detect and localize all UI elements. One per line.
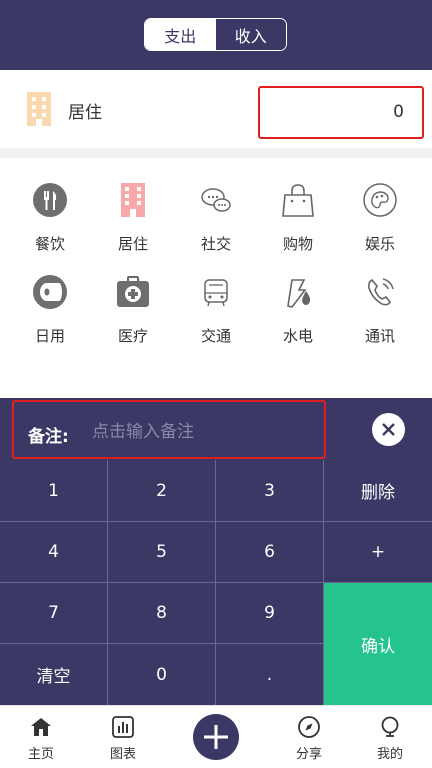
category-medical[interactable]: 医疗 [98,250,168,345]
bottom-tab-bar: 主页 图表 分享 我的 [0,705,432,768]
chart-icon [112,716,134,738]
utensils-icon [33,183,67,217]
add-record-button[interactable] [193,714,239,760]
key-1[interactable]: 1 [0,460,108,522]
category-transport[interactable]: 交通 [181,250,251,345]
selected-category-row: 居住 0 [0,70,432,148]
amount-display[interactable]: 0 [258,86,424,139]
tab-expense[interactable]: 支出 [145,19,216,50]
tissue-roll-icon [33,275,67,309]
category-label: 通讯 [364,327,395,345]
plus-icon [204,725,228,749]
category-housing[interactable]: 居住 [98,158,168,253]
key-2[interactable]: 2 [108,460,216,522]
key-5[interactable]: 5 [108,522,216,583]
category-social[interactable]: 社交 [181,158,251,253]
amount-value: 0 [393,102,404,122]
category-shopping[interactable]: 购物 [263,158,333,253]
key-0[interactable]: 0 [108,644,216,705]
key-4[interactable]: 4 [0,522,108,583]
category-label: 医疗 [117,327,148,345]
confirm-button[interactable]: 确认 [324,583,432,705]
key-9[interactable]: 9 [216,583,324,644]
keypad: 1 2 3 删除 4 5 6 + 7 8 9 确认 清空 0 . [0,460,432,705]
tab-label: 主页 [27,747,54,762]
category-communication[interactable]: 通讯 [345,250,415,345]
category-daily[interactable]: 日用 [15,250,85,345]
bus-icon [204,279,228,307]
tab-share[interactable]: 分享 [274,706,344,768]
palette-icon [363,183,397,217]
tab-label: 我的 [376,747,403,762]
app-root: 支出 收入 居住 0 餐饮 居住 社交 购物 娱乐 日用 医疗 交通 水电 通讯… [0,0,432,768]
tab-profile[interactable]: 我的 [355,706,425,768]
category-label: 日用 [34,327,65,345]
category-label: 水电 [282,327,313,345]
key-6[interactable]: 6 [216,522,324,583]
clear-button[interactable]: 清空 [0,644,108,705]
note-bar: 备注: [0,398,432,460]
medical-kit-icon [117,276,149,307]
home-icon [31,718,51,736]
tab-label: 图表 [109,747,136,762]
key-3[interactable]: 3 [216,460,324,522]
delete-button[interactable]: 删除 [324,460,432,522]
building-icon [27,92,51,126]
water-electricity-icon [287,279,311,308]
building-icon [121,183,145,217]
category-label: 交通 [200,327,231,345]
tab-income[interactable]: 收入 [215,19,286,50]
divider [0,148,432,158]
tab-chart[interactable]: 图表 [88,706,158,768]
category-utilities[interactable]: 水电 [263,250,333,345]
note-input[interactable] [92,420,312,444]
type-switch: 支出 收入 [144,18,287,51]
key-7[interactable]: 7 [0,583,108,644]
note-label: 备注: [28,427,69,447]
selected-category-label: 居住 [68,103,102,123]
close-icon [382,423,395,436]
category-entertainment[interactable]: 娱乐 [345,158,415,253]
plus-key[interactable]: + [324,522,432,583]
header: 支出 收入 [0,0,432,70]
chat-bubbles-icon [201,188,231,212]
clear-note-button[interactable] [372,413,405,446]
key-8[interactable]: 8 [108,583,216,644]
key-dot[interactable]: . [216,644,324,705]
tab-home[interactable]: 主页 [6,706,76,768]
compass-icon [298,716,320,738]
category-dining[interactable]: 餐饮 [15,158,85,253]
tab-label: 分享 [295,747,322,762]
note-field: 备注: [12,400,326,459]
user-icon [381,716,399,737]
shopping-bag-icon [282,184,314,217]
phone-icon [368,278,394,306]
category-grid: 餐饮 居住 社交 购物 娱乐 日用 医疗 交通 水电 通讯 [0,158,432,398]
